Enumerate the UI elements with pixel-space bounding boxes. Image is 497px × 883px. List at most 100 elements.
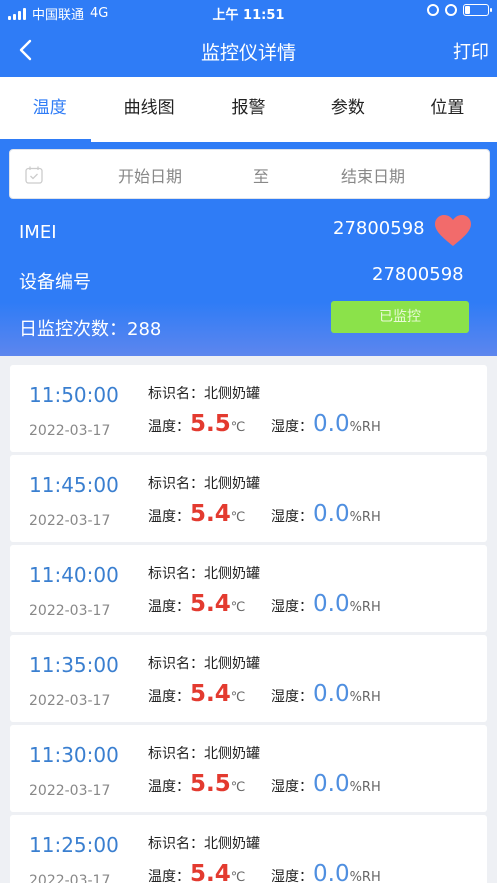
record-temperature: 温度：5.5℃ <box>148 771 245 797</box>
record-time: 11:50:00 <box>29 383 119 407</box>
temperature-unit: ℃ <box>230 870 246 883</box>
record-tag: 标识名：北侧奶罐 <box>148 833 260 853</box>
humidity-unit: %RH <box>349 690 381 705</box>
record-time: 11:30:00 <box>29 743 119 767</box>
temperature-unit: ℃ <box>230 780 246 795</box>
serial-value: 27800598 <box>372 264 464 285</box>
tag-value: 北侧奶罐 <box>204 386 260 402</box>
temperature-label: 温度： <box>148 779 190 795</box>
tab-bar: 温度 曲线图 报警 参数 位置 <box>0 77 497 142</box>
nav-bar: 监控仪详情 打印 <box>0 24 497 77</box>
humidity-label: 湿度： <box>271 419 313 435</box>
date-range-picker[interactable]: 开始日期 至 结束日期 <box>9 149 490 199</box>
tab-3[interactable]: 参数 <box>298 77 397 142</box>
status-time: 上午 11:51 <box>212 8 285 23</box>
record-card[interactable]: 11:30:00 2022-03-17 标识名：北侧奶罐温度：5.5℃ 湿度：0.0%… <box>10 725 487 812</box>
record-temperature: 温度：5.4℃ <box>148 681 245 707</box>
monitor-status-button[interactable]: 已监控 <box>331 301 469 333</box>
humidity-label: 湿度： <box>271 599 313 615</box>
temperature-value: 5.4 <box>190 501 231 527</box>
imei-label: IMEI <box>19 222 57 243</box>
end-date-field[interactable]: 结束日期 <box>341 163 405 187</box>
tag-label: 标识名： <box>148 386 204 402</box>
record-tag: 标识名：北侧奶罐 <box>148 473 260 493</box>
battery-icon <box>463 4 492 16</box>
record-date: 2022-03-17 <box>29 783 111 799</box>
tag-value: 北侧奶罐 <box>204 476 260 492</box>
temperature-label: 温度： <box>148 599 190 615</box>
humidity-value: 0.0 <box>313 681 350 707</box>
record-card[interactable]: 11:40:00 2022-03-17 标识名：北侧奶罐温度：5.4℃ 湿度：0.0%… <box>10 545 487 632</box>
record-date: 2022-03-17 <box>29 603 111 619</box>
record-tag: 标识名：北侧奶罐 <box>148 383 260 403</box>
record-temperature: 温度：5.5℃ <box>148 411 245 437</box>
temperature-label: 温度： <box>148 419 190 435</box>
record-card[interactable]: 11:25:00 2022-03-17 标识名：北侧奶罐 温度：5.4℃ 湿度：0.0%… <box>10 815 487 883</box>
orientation-lock-icon <box>427 4 439 16</box>
calendar-icon <box>25 166 43 184</box>
tag-value: 北侧奶罐 <box>204 566 260 582</box>
record-date: 2022-03-17 <box>29 423 111 439</box>
humidity-label: 湿度： <box>271 689 313 705</box>
humidity-unit: %RH <box>349 870 381 883</box>
temperature-unit: ℃ <box>230 600 246 615</box>
date-range-separator: 至 <box>253 167 270 186</box>
tag-label: 标识名： <box>148 656 204 672</box>
daily-count: 日监控次数：288 <box>19 319 162 340</box>
tab-1[interactable]: 曲线图 <box>99 77 198 142</box>
tag-label: 标识名： <box>148 476 204 492</box>
temperature-label: 温度： <box>148 509 190 525</box>
device-summary: 开始日期 至 结束日期 IMEI 27800598 设备编号 27800598 … <box>0 142 497 356</box>
status-bar: 中国联通 4G 上午 11:51 <box>0 0 497 24</box>
tag-label: 标识名： <box>148 836 204 852</box>
record-humidity: 湿度：0.0%RH <box>271 771 381 797</box>
record-temperature: 温度：5.4℃ <box>148 501 245 527</box>
temperature-label: 温度： <box>148 869 190 883</box>
records-list[interactable]: 11:50:00 2022-03-17 标识名：北侧奶罐 温度：5.5℃ 湿度：0.0%… <box>0 356 497 883</box>
record-tag: 标识名：北侧奶罐 <box>148 653 260 673</box>
humidity-value: 0.0 <box>313 591 350 617</box>
temperature-value: 5.4 <box>190 681 231 707</box>
record-humidity: 湿度：0.0%RH <box>271 501 381 527</box>
record-temperature: 温度：5.4℃ <box>148 591 245 617</box>
record-humidity: 湿度：0.0%RH <box>271 411 381 437</box>
temperature-unit: ℃ <box>230 510 246 525</box>
tag-value: 北侧奶罐 <box>204 836 260 852</box>
tag-label: 标识名： <box>148 566 204 582</box>
record-time: 11:25:00 <box>29 833 119 857</box>
record-card[interactable]: 11:50:00 2022-03-17 标识名：北侧奶罐温度：5.5℃ 湿度：0.0%… <box>10 365 487 452</box>
tag-value: 北侧奶罐 <box>204 656 260 672</box>
tab-2[interactable]: 报警 <box>199 77 298 142</box>
start-date-field[interactable]: 开始日期 <box>118 163 182 187</box>
humidity-unit: %RH <box>349 780 381 795</box>
temperature-unit: ℃ <box>230 690 246 705</box>
record-date: 2022-03-17 <box>29 513 111 529</box>
tab-4[interactable]: 位置 <box>398 77 497 142</box>
record-card[interactable]: 11:45:00 2022-03-17 标识名：北侧奶罐 温度：5.4℃ 湿度：0.0%… <box>10 455 487 542</box>
print-button[interactable]: 打印 <box>453 38 489 64</box>
temperature-value: 5.4 <box>190 591 231 617</box>
humidity-value: 0.0 <box>313 861 350 883</box>
record-time: 11:40:00 <box>29 563 119 587</box>
record-temperature: 温度：5.4℃ <box>148 861 245 883</box>
tab-0[interactable]: 温度 <box>0 77 99 142</box>
tag-value: 北侧奶罐 <box>204 746 260 762</box>
humidity-label: 湿度： <box>271 509 313 525</box>
heart-icon[interactable] <box>434 214 472 248</box>
temperature-value: 5.5 <box>190 411 231 437</box>
humidity-label: 湿度： <box>271 779 313 795</box>
record-tag: 标识名：北侧奶罐 <box>148 563 260 583</box>
humidity-value: 0.0 <box>313 771 350 797</box>
record-time: 11:35:00 <box>29 653 119 677</box>
temperature-value: 5.5 <box>190 771 231 797</box>
humidity-unit: %RH <box>349 420 381 435</box>
serial-label: 设备编号 <box>19 272 91 293</box>
record-humidity: 湿度：0.0%RH <box>271 681 381 707</box>
record-card[interactable]: 11:35:00 2022-03-17 标识名：北侧奶罐 温度：5.4℃ 湿度：0.0%… <box>10 635 487 722</box>
humidity-label: 湿度： <box>271 869 313 883</box>
page-title: 监控仪详情 <box>200 42 296 64</box>
temperature-unit: ℃ <box>230 420 246 435</box>
tag-label: 标识名： <box>148 746 204 762</box>
record-humidity: 湿度：0.0%RH <box>271 591 381 617</box>
alarm-icon <box>445 4 457 16</box>
